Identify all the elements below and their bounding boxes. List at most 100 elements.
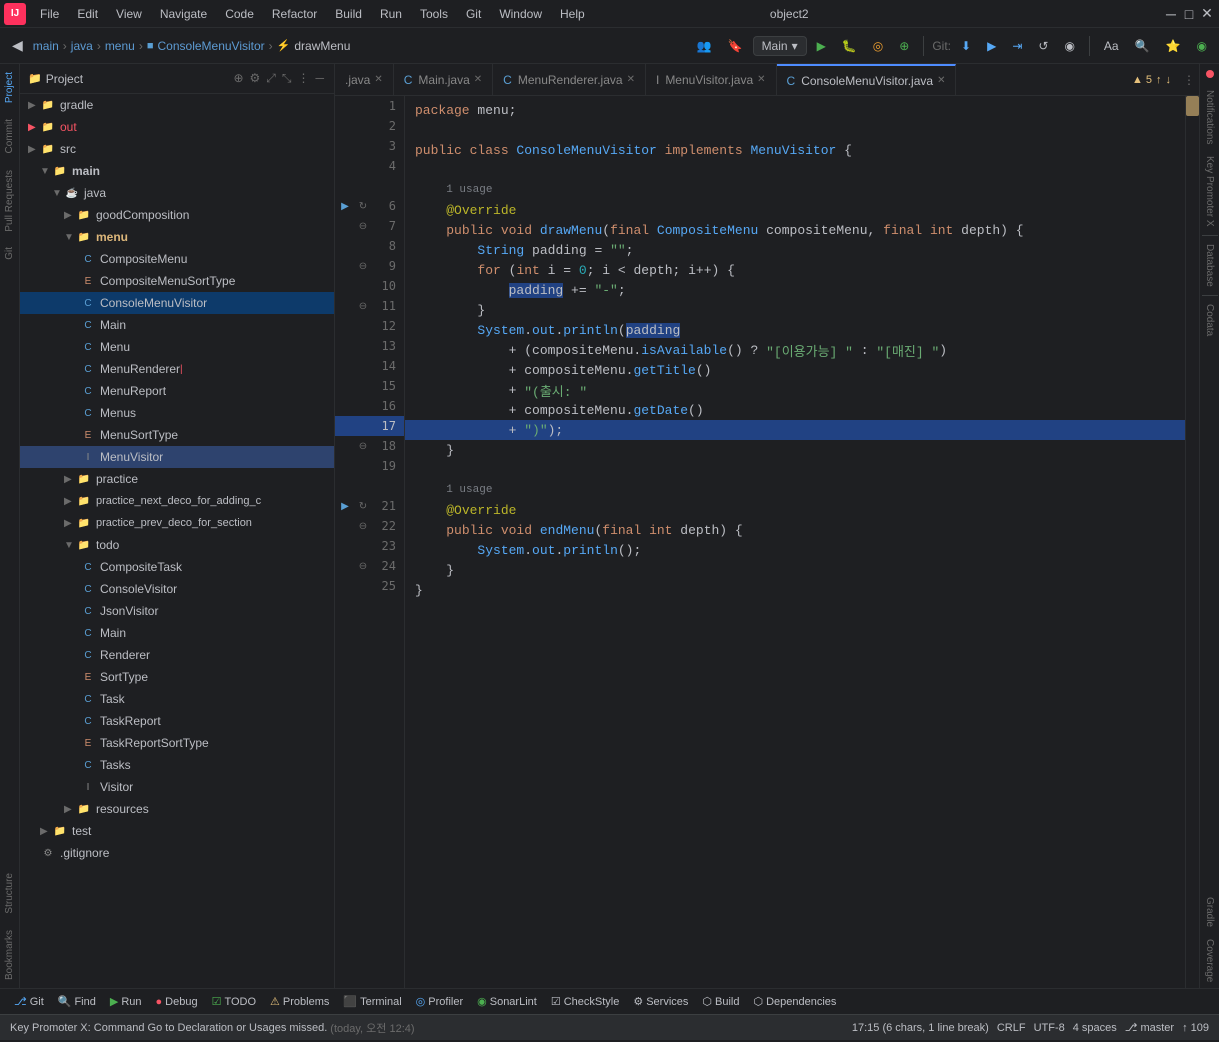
bottom-build[interactable]: ⬡ Build [696,993,745,1010]
tab-database[interactable]: Database [1202,238,1217,293]
bottom-terminal[interactable]: ⬛ Terminal [337,993,407,1010]
tree-item-menus[interactable]: C Menus [20,402,334,424]
breadcrumb-class[interactable]: ConsoleMenuVisitor [158,39,265,53]
menu-file[interactable]: File [32,5,67,23]
tab-main[interactable]: C Main.java ✕ [394,64,493,95]
tab-coverage[interactable]: Coverage [1202,933,1217,988]
bottom-find[interactable]: 🔍 Find [52,993,102,1010]
menu-navigate[interactable]: Navigate [152,5,215,23]
registry-button[interactable]: ⭐ [1160,37,1187,55]
menu-run[interactable]: Run [372,5,410,23]
menu-tools[interactable]: Tools [412,5,456,23]
tree-item-task-report-sort[interactable]: E TaskReportSortType [20,732,334,754]
tree-item-out[interactable]: ▶ 📁 out [20,116,334,138]
tree-item-menu-visitor[interactable]: I MenuVisitor [20,446,334,468]
breadcrumb-method[interactable]: drawMenu [294,39,350,53]
tree-item-main[interactable]: ▼ 📁 main [20,160,334,182]
breadcrumb-main[interactable]: main [33,39,59,53]
menu-code[interactable]: Code [217,5,262,23]
bottom-git[interactable]: ⎇ Git [8,993,50,1010]
panel-settings-icon[interactable]: ⚙ [248,69,263,88]
status-charset[interactable]: UTF-8 [1034,1022,1065,1034]
tree-item-json-visitor[interactable]: C JsonVisitor [20,600,334,622]
bottom-services[interactable]: ⚙ Services [627,993,694,1010]
menu-window[interactable]: Window [491,5,550,23]
tab-menu-renderer[interactable]: C MenuRenderer.java ✕ [493,64,646,95]
tree-item-gradle[interactable]: ▶ 📁 gradle [20,94,334,116]
editor-scrollbar[interactable] [1185,96,1199,988]
menu-build[interactable]: Build [327,5,370,23]
status-line-ending[interactable]: CRLF [997,1022,1026,1034]
tree-item-practice[interactable]: ▶ 📁 practice [20,468,334,490]
tab-options-btn[interactable]: ⋮ [1179,73,1199,87]
tree-item-renderer[interactable]: C Renderer [20,644,334,666]
panel-expand2-icon[interactable]: ⤡ [280,69,294,88]
git-more[interactable]: ◉ [1058,37,1080,55]
menu-git[interactable]: Git [458,5,489,23]
status-position[interactable]: 17:15 (6 chars, 1 line break) [852,1022,989,1034]
tab-console-menu-visitor[interactable]: C ConsoleMenuVisitor.java ✕ [777,64,957,95]
translate-button[interactable]: Aa [1098,37,1125,55]
panel-expand-icon[interactable]: ⤢ [264,69,278,88]
bottom-debug[interactable]: ● Debug [150,994,204,1010]
scroll-up-btn[interactable]: ↑ [1156,74,1162,86]
scroll-down-btn[interactable]: ↓ [1166,74,1172,86]
menu-refactor[interactable]: Refactor [264,5,325,23]
tab-close-console[interactable]: ✕ [937,75,945,86]
menu-edit[interactable]: Edit [69,5,106,23]
tab-close-main[interactable]: ✕ [474,74,482,85]
tab-close-menu-renderer[interactable]: ✕ [627,74,635,85]
run-configuration[interactable]: Main ▾ [753,36,807,56]
bookmark-button[interactable]: 🔖 [722,37,749,55]
tree-item-console-visitor[interactable]: C ConsoleVisitor [20,578,334,600]
tab-key-promoter[interactable]: Key Promoter X [1202,150,1217,233]
tree-item-composite-menu-sort[interactable]: E CompositeMenuSortType [20,270,334,292]
breadcrumb-java[interactable]: java [71,39,93,53]
tree-item-menu-class[interactable]: C Menu [20,336,334,358]
tree-item-practice-prev[interactable]: ▶ 📁 practice_prev_deco_for_section [20,512,334,534]
tree-item-task[interactable]: C Task [20,688,334,710]
tree-item-todo[interactable]: ▼ 📁 todo [20,534,334,556]
tree-item-main-class[interactable]: C Main [20,314,334,336]
tree-item-practice-next[interactable]: ▶ 📁 practice_next_deco_for_adding_c [20,490,334,512]
close-button[interactable]: ✕ [1199,6,1215,22]
panel-options-icon[interactable]: ⋮ [295,69,311,88]
panel-sync-icon[interactable]: ⊕ [231,69,245,88]
tree-item-resources[interactable]: ▶ 📁 resources [20,798,334,820]
status-branch[interactable]: ⎇ master [1125,1021,1174,1034]
git-fetch[interactable]: ⇥ [1006,37,1028,55]
bottom-profiler[interactable]: ◎ Profiler [410,993,469,1010]
git-rollback[interactable]: ↺ [1032,37,1054,55]
menu-help[interactable]: Help [552,5,593,23]
run-button[interactable]: ▶ [811,37,832,55]
git-push[interactable]: ⬇ [955,37,977,55]
coverage-button[interactable]: ⊕ [893,37,915,55]
menu-view[interactable]: View [108,5,150,23]
panel-close-icon[interactable]: ─ [313,69,326,88]
tree-item-sort-type[interactable]: E SortType [20,666,334,688]
tab-commit[interactable]: Commit [2,111,17,161]
status-extra[interactable]: ↑ 109 [1182,1022,1209,1034]
bottom-run[interactable]: ▶ Run [104,993,148,1010]
tab-git-sidebar[interactable]: Git [2,239,17,268]
tree-item-visitor[interactable]: I Visitor [20,776,334,798]
tree-item-menu-sort-type[interactable]: E MenuSortType [20,424,334,446]
tab-project[interactable]: Project [2,64,17,111]
tree-item-gitignore[interactable]: ▶ ⚙ .gitignore [20,842,334,864]
tree-item-main-todo[interactable]: C Main [20,622,334,644]
maximize-button[interactable]: □ [1181,6,1197,22]
git-pull[interactable]: ▶ [981,37,1002,55]
tree-item-menu-folder[interactable]: ▼ 📁 menu [20,226,334,248]
back-button[interactable]: ◀ [6,35,29,56]
minimize-button[interactable]: ─ [1163,6,1179,22]
tab-close-menu-visitor[interactable]: ✕ [757,74,765,85]
tab-menu-visitor[interactable]: I MenuVisitor.java ✕ [646,64,777,95]
bottom-sonar[interactable]: ◉ SonarLint [471,993,543,1010]
tree-item-java[interactable]: ▼ ☕ java [20,182,334,204]
code-editor[interactable]: package menu; public class ConsoleMenuVi… [405,96,1185,988]
tree-item-console-menu-visitor[interactable]: C ConsoleMenuVisitor [20,292,334,314]
tree-item-menu-renderer[interactable]: C MenuRenderer | [20,358,334,380]
bottom-todo[interactable]: ☑ TODO [206,993,262,1010]
tree-item-composite-task[interactable]: C CompositeTask [20,556,334,578]
tree-item-src[interactable]: ▶ 📁 src [20,138,334,160]
